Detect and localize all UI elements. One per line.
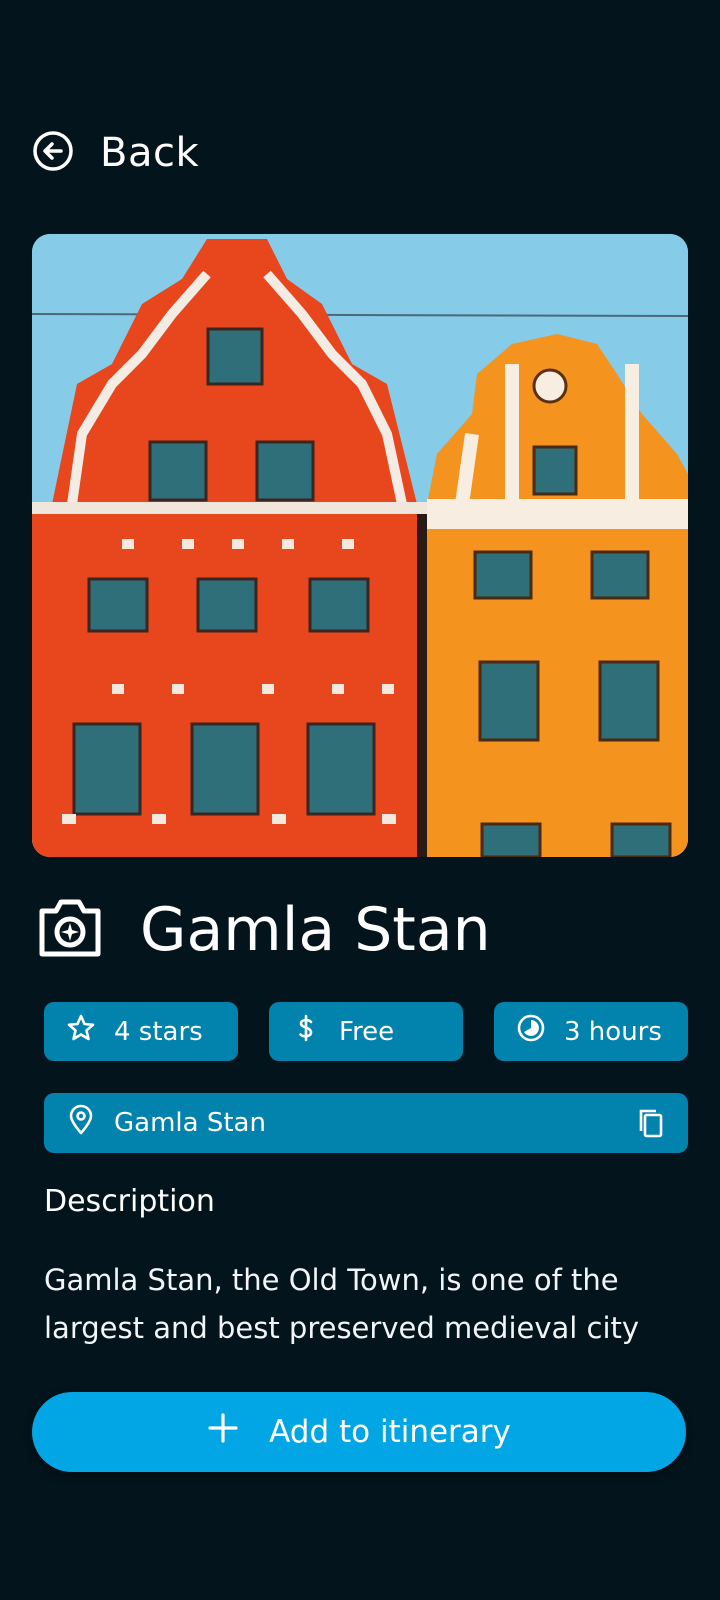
star-icon — [66, 1013, 96, 1050]
plus-icon — [207, 1412, 239, 1452]
copy-icon[interactable] — [636, 1107, 666, 1139]
rating-chip: 4 stars — [44, 1002, 238, 1061]
dollar-icon — [291, 1013, 321, 1050]
duration-chip: 3 hours — [494, 1002, 688, 1061]
rating-label: 4 stars — [114, 1016, 203, 1047]
description-heading: Description — [44, 1184, 215, 1219]
price-chip: Free — [269, 1002, 463, 1061]
place-title: Gamla Stan — [140, 895, 491, 965]
camera-icon — [36, 897, 104, 963]
duration-label: 3 hours — [564, 1016, 662, 1047]
price-label: Free — [339, 1016, 395, 1047]
description-text: Gamla Stan, the Old Town, is one of the … — [44, 1263, 640, 1345]
back-arrow-icon — [32, 130, 74, 176]
timer-icon — [516, 1013, 546, 1050]
add-to-itinerary-label: Add to itinerary — [269, 1414, 511, 1450]
location-bar[interactable]: Gamla Stan — [44, 1093, 688, 1153]
back-button[interactable]: Back — [32, 128, 199, 178]
place-photo — [32, 234, 688, 857]
location-label: Gamla Stan — [114, 1108, 266, 1138]
add-to-itinerary-button[interactable]: Add to itinerary — [32, 1392, 686, 1472]
location-pin-icon — [66, 1104, 96, 1143]
back-label: Back — [100, 130, 200, 176]
